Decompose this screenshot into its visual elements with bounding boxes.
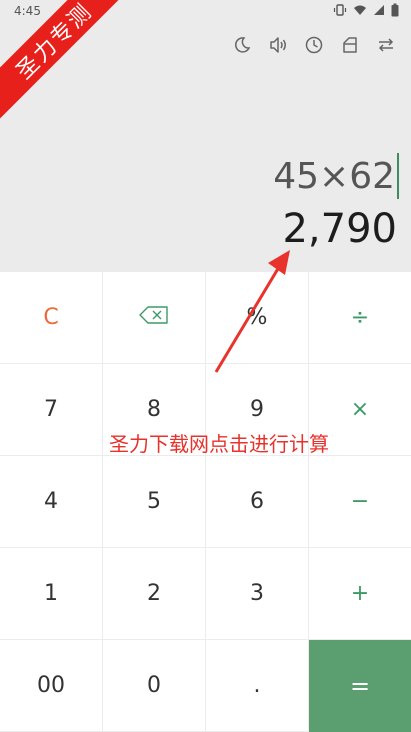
status-icons	[333, 3, 399, 17]
battery-icon	[391, 3, 399, 17]
wifi-icon	[353, 3, 367, 17]
key-1[interactable]: 1	[0, 548, 103, 640]
night-mode-icon[interactable]	[231, 32, 253, 58]
key-3[interactable]: 3	[206, 548, 309, 640]
backspace-button[interactable]	[103, 272, 206, 364]
status-time: 4:45	[14, 4, 41, 18]
key-5[interactable]: 5	[103, 456, 206, 548]
keypad: C % ÷ 7 8 9 × 4 5 6 − 1 2 3 + 00 0 . =	[0, 272, 411, 732]
convert-icon[interactable]	[375, 32, 397, 58]
percent-button[interactable]: %	[206, 272, 309, 364]
signal-icon	[373, 3, 385, 17]
equals-button[interactable]: =	[309, 640, 411, 732]
scientific-icon[interactable]	[339, 32, 361, 58]
expression-display[interactable]: 45×62	[273, 152, 399, 200]
key-4[interactable]: 4	[0, 456, 103, 548]
decimal-button[interactable]: .	[206, 640, 309, 732]
result-display: 2,790	[282, 206, 397, 252]
history-icon[interactable]	[303, 32, 325, 58]
key-2[interactable]: 2	[103, 548, 206, 640]
sound-icon[interactable]	[267, 32, 289, 58]
text-cursor	[397, 153, 399, 199]
plus-button[interactable]: +	[309, 548, 411, 640]
clear-button[interactable]: C	[0, 272, 103, 364]
key-0[interactable]: 0	[103, 640, 206, 732]
toolbar	[231, 32, 397, 58]
minus-button[interactable]: −	[309, 456, 411, 548]
divide-button[interactable]: ÷	[309, 272, 411, 364]
expression-text: 45×62	[273, 155, 395, 197]
key-00[interactable]: 00	[0, 640, 103, 732]
key-6[interactable]: 6	[206, 456, 309, 548]
annotation-text: 圣力下载网点击进行计算	[109, 432, 329, 456]
backspace-icon	[139, 305, 169, 330]
vibrate-icon	[333, 3, 347, 17]
